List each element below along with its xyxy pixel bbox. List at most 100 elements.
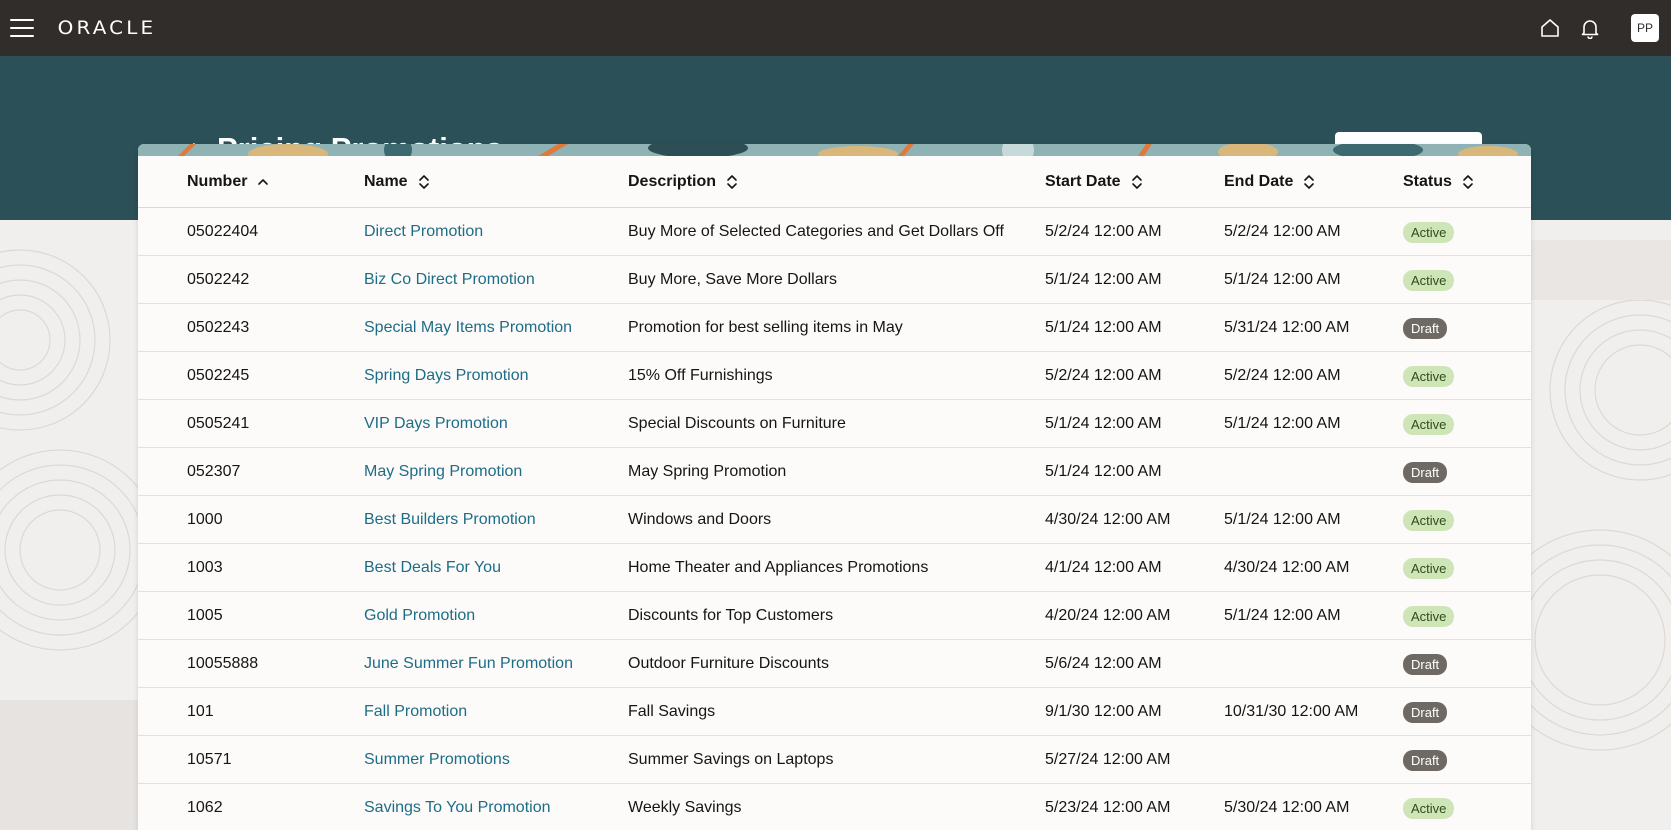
status-badge: Active: [1403, 269, 1455, 291]
cell-number: 05022404: [187, 223, 259, 240]
cell-number: 101: [187, 703, 214, 720]
cell-status: Active: [1403, 544, 1513, 592]
cell-start-date: 5/1/24 12:00 AM: [1045, 463, 1162, 480]
cell-name-link[interactable]: June Summer Fun Promotion: [364, 640, 619, 688]
cell-name-link[interactable]: VIP Days Promotion: [364, 400, 619, 448]
cell-end-date: 5/31/24 12:00 AM: [1224, 319, 1350, 336]
table-row[interactable]: 05022404 Direct Promotion Buy More of Sele…: [138, 208, 1531, 256]
cell-name-link[interactable]: May Spring Promotion: [364, 448, 619, 496]
cell-number: 1005: [187, 607, 223, 624]
cell-start-date: 4/1/24 12:00 AM: [1045, 559, 1162, 576]
status-badge: Active: [1403, 797, 1455, 819]
cell-description: May Spring Promotion: [628, 463, 787, 480]
status-badge: Active: [1403, 557, 1455, 579]
status-badge: Draft: [1403, 317, 1448, 339]
hamburger-menu-icon[interactable]: [10, 19, 34, 37]
cell-end-date: 4/30/24 12:00 AM: [1224, 559, 1350, 576]
cell-status: Draft: [1403, 304, 1513, 352]
cell-name-link[interactable]: Best Deals For You: [364, 544, 619, 592]
cell-name-link[interactable]: Special May Items Promotion: [364, 304, 619, 352]
cell-name-link[interactable]: Fall Promotion: [364, 688, 619, 736]
table-body: 05022404 Direct Promotion Buy More of Sele…: [138, 208, 1531, 830]
cell-status: Active: [1403, 784, 1513, 830]
cell-end-date: 5/1/24 12:00 AM: [1224, 271, 1341, 288]
table-row[interactable]: 1005 Gold Promotion Discounts for Top Cust…: [138, 592, 1531, 640]
cell-description: Home Theater and Appliances Promotions: [628, 559, 929, 576]
cell-start-date: 5/1/24 12:00 AM: [1045, 415, 1162, 432]
status-badge: Active: [1403, 413, 1455, 435]
column-header-status[interactable]: Status: [1403, 156, 1513, 208]
cell-start-date: 5/1/24 12:00 AM: [1045, 319, 1162, 336]
caret-up-icon: [257, 177, 269, 187]
cell-end-date: 5/2/24 12:00 AM: [1224, 367, 1341, 384]
column-header-number[interactable]: Number: [187, 156, 357, 208]
cell-end-date: 5/30/24 12:00 AM: [1224, 799, 1350, 816]
cell-name-link[interactable]: Direct Promotion: [364, 208, 619, 256]
cell-name-link[interactable]: Biz Co Direct Promotion: [364, 256, 619, 304]
cell-description: Discounts for Top Customers: [628, 607, 834, 624]
cell-name-link[interactable]: Best Builders Promotion: [364, 496, 619, 544]
table-row[interactable]: 1003 Best Deals For You Home Theater and A…: [138, 544, 1531, 592]
table-row[interactable]: 052307 May Spring Promotion May Spring Pro…: [138, 448, 1531, 496]
cell-description: Windows and Doors: [628, 511, 772, 528]
cell-start-date: 5/23/24 12:00 AM: [1045, 799, 1171, 816]
cell-description: Buy More of Selected Categories and Get …: [628, 223, 1004, 240]
bell-icon[interactable]: [1577, 15, 1603, 41]
cell-number: 10055888: [187, 655, 259, 672]
cell-end-date: [1224, 736, 1372, 784]
cell-end-date: 5/1/24 12:00 AM: [1224, 607, 1341, 624]
cell-status: Draft: [1403, 688, 1513, 736]
status-badge: Draft: [1403, 749, 1448, 771]
cell-end-date: [1224, 640, 1372, 688]
table-row[interactable]: 10055888 June Summer Fun Promotion Outdoor…: [138, 640, 1531, 688]
cell-status: Active: [1403, 208, 1513, 256]
table-row[interactable]: 1062 Savings To You Promotion Weekly Savin…: [138, 784, 1531, 830]
cell-description: Weekly Savings: [628, 799, 742, 816]
cell-name-link[interactable]: Savings To You Promotion: [364, 784, 619, 830]
cell-start-date: 5/27/24 12:00 AM: [1045, 751, 1171, 768]
column-header-start-date[interactable]: Start Date: [1045, 156, 1215, 208]
table-row[interactable]: 0502245 Spring Days Promotion 15% Off Furn…: [138, 352, 1531, 400]
cell-name-link[interactable]: Gold Promotion: [364, 592, 619, 640]
cell-start-date: 5/1/24 12:00 AM: [1045, 271, 1162, 288]
status-badge: Active: [1403, 509, 1455, 531]
table-row[interactable]: 10571 Summer Promotions Summer Savings on …: [138, 736, 1531, 784]
table-row[interactable]: 101 Fall Promotion Fall Savings 9/1/30 12:0…: [138, 688, 1531, 736]
card-banner-pattern: [138, 144, 1531, 156]
cell-start-date: 9/1/30 12:00 AM: [1045, 703, 1162, 720]
sort-updown-icon: [1131, 174, 1143, 190]
sort-updown-icon: [726, 174, 738, 190]
table-row[interactable]: 0502242 Biz Co Direct Promotion Buy More, …: [138, 256, 1531, 304]
cell-start-date: 5/6/24 12:00 AM: [1045, 655, 1162, 672]
cell-number: 10571: [187, 751, 232, 768]
column-header-name[interactable]: Name: [364, 156, 619, 208]
cell-number: 0505241: [187, 415, 250, 432]
cell-name-link[interactable]: Spring Days Promotion: [364, 352, 619, 400]
table-row[interactable]: 0502243 Special May Items Promotion Promot…: [138, 304, 1531, 352]
column-header-description[interactable]: Description: [628, 156, 1038, 208]
cell-number: 0502242: [187, 271, 250, 288]
promotions-table-card: Number Name Description Start Date End D…: [138, 144, 1531, 830]
cell-end-date: 5/1/24 12:00 AM: [1224, 415, 1341, 432]
column-header-end-date[interactable]: End Date: [1224, 156, 1372, 208]
table-header: Number Name Description Start Date End D…: [138, 156, 1531, 208]
cell-status: Active: [1403, 352, 1513, 400]
cell-description: Outdoor Furniture Discounts: [628, 655, 829, 672]
cell-description: Special Discounts on Furniture: [628, 415, 846, 432]
status-badge: Draft: [1403, 701, 1448, 723]
home-icon[interactable]: [1537, 15, 1563, 41]
sort-updown-icon: [1303, 174, 1315, 190]
status-badge: Draft: [1403, 653, 1448, 675]
table-row[interactable]: 1000 Best Builders Promotion Windows and D…: [138, 496, 1531, 544]
user-avatar[interactable]: PP: [1631, 14, 1659, 42]
cell-description: Fall Savings: [628, 703, 716, 720]
cell-end-date: [1224, 448, 1372, 496]
status-badge: Active: [1403, 221, 1455, 243]
status-badge: Active: [1403, 605, 1455, 627]
global-header: ORACLE PP: [0, 0, 1671, 56]
sort-updown-icon: [418, 174, 430, 190]
cell-number: 1000: [187, 511, 223, 528]
table-row[interactable]: 0505241 VIP Days Promotion Special Discoun…: [138, 400, 1531, 448]
cell-name-link[interactable]: Summer Promotions: [364, 736, 619, 784]
cell-status: Active: [1403, 400, 1513, 448]
